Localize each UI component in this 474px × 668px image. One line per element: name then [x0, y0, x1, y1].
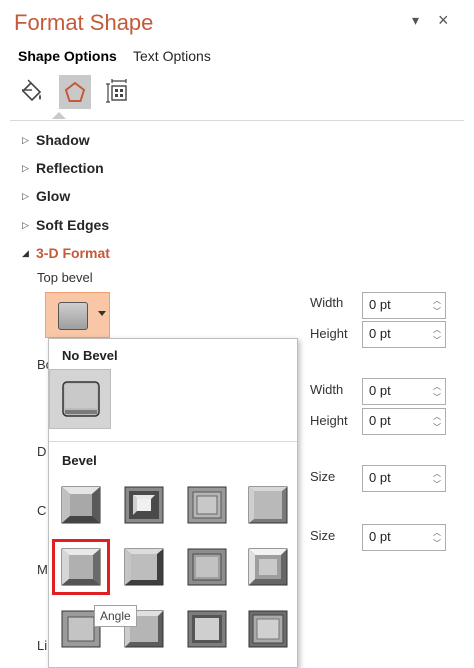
spin-up-icon[interactable]: ︿: [433, 295, 441, 306]
tab-shape-options[interactable]: Shape Options: [18, 48, 117, 64]
bevel-slope[interactable]: [247, 547, 289, 587]
contour-size-label: Size: [310, 528, 336, 543]
bottom-height-input[interactable]: [369, 413, 429, 428]
spin-down-icon[interactable]: ﹀: [433, 479, 441, 490]
pane-title: Format Shape: [14, 10, 154, 35]
section-shadow[interactable]: ▷ Shadow: [22, 132, 90, 148]
section-label: Reflection: [36, 160, 104, 176]
bevel-circle[interactable]: [60, 485, 102, 525]
top-height-label: Height: [310, 326, 348, 341]
bevel-cool-slant[interactable]: [247, 485, 289, 525]
chevron-down-icon: [98, 311, 106, 316]
spin-up-icon[interactable]: ︿: [433, 381, 441, 392]
size-properties-icon: [106, 79, 127, 103]
spin-up-icon[interactable]: ︿: [433, 324, 441, 335]
bevel-angle-icon: [61, 548, 101, 586]
selected-category-indicator: [52, 112, 66, 119]
spin-down-icon[interactable]: ﹀: [433, 306, 441, 317]
bevel-cool-slant-icon: [248, 486, 288, 524]
expand-arrow-icon: ▷: [22, 134, 29, 145]
fill-line-button[interactable]: [16, 75, 48, 109]
no-bevel-heading: No Bevel: [62, 348, 118, 363]
bevel-swatch-icon: [58, 302, 88, 330]
material-label: M: [37, 562, 48, 577]
close-icon[interactable]: ×: [438, 10, 449, 31]
bevel-slope-icon: [248, 548, 288, 586]
section-label: Shadow: [36, 132, 90, 148]
spin-up-icon[interactable]: ︿: [433, 411, 441, 422]
section-soft-edges[interactable]: ▷ Soft Edges: [22, 217, 109, 233]
task-pane-options-icon[interactable]: ▾: [412, 12, 419, 29]
section-label: Soft Edges: [36, 217, 110, 233]
bevel-heading: Bevel: [62, 453, 97, 468]
depth-size-input[interactable]: [369, 470, 429, 485]
size-properties-button[interactable]: [102, 75, 134, 109]
spin-up-icon[interactable]: ︿: [433, 468, 441, 479]
section-label: Glow: [36, 188, 71, 204]
spin-down-icon[interactable]: ﹀: [433, 335, 441, 346]
expand-arrow-icon: ▷: [22, 219, 29, 230]
bottom-height-spinner[interactable]: ︿ ﹀: [362, 408, 446, 435]
bottom-width-input[interactable]: [369, 383, 429, 398]
bevel-convex-icon: [187, 548, 227, 586]
collapse-arrow-icon: ◢: [22, 247, 29, 258]
bevel-art-deco-icon: [248, 610, 288, 648]
section-reflection[interactable]: ▷ Reflection: [22, 160, 104, 176]
contour-label: C: [37, 503, 47, 518]
contour-size-input[interactable]: [369, 529, 429, 544]
bevel-soft-round-icon: [124, 548, 164, 586]
bevel-angle[interactable]: [52, 539, 110, 595]
top-height-spinner[interactable]: ︿ ﹀: [362, 321, 446, 348]
top-height-input[interactable]: [369, 326, 429, 341]
top-width-spinner[interactable]: ︿ ﹀: [362, 292, 446, 319]
section-label: 3-D Format: [36, 245, 110, 261]
contour-size-spinner[interactable]: ︿ ﹀: [362, 524, 446, 551]
pentagon-icon: [64, 81, 86, 102]
spin-up-icon[interactable]: ︿: [433, 527, 441, 538]
bevel-relaxed-inset-icon: [124, 486, 164, 524]
bottom-height-label: Height: [310, 413, 348, 428]
tooltip: Angle: [94, 605, 137, 627]
header-divider: [10, 120, 464, 121]
top-width-input[interactable]: [369, 297, 429, 312]
top-bevel-dropdown[interactable]: [45, 292, 110, 338]
spin-down-icon[interactable]: ﹀: [433, 538, 441, 549]
bevel-hard-edge[interactable]: [186, 609, 228, 649]
bevel-relaxed-inset[interactable]: [123, 485, 165, 525]
bevel-gallery: No Bevel Bevel: [48, 338, 298, 668]
bottom-width-spinner[interactable]: ︿ ﹀: [362, 378, 446, 405]
depth-label: D: [37, 444, 47, 459]
bevel-art-deco[interactable]: [247, 609, 289, 649]
depth-size-spinner[interactable]: ︿ ﹀: [362, 465, 446, 492]
paint-bucket-icon: [21, 79, 42, 102]
no-bevel-option[interactable]: [49, 369, 111, 429]
bevel-circle-icon: [61, 486, 101, 524]
spin-down-icon[interactable]: ﹀: [433, 392, 441, 403]
no-bevel-icon: [62, 381, 100, 417]
bevel-cross-icon: [187, 486, 227, 524]
bevel-soft-round[interactable]: [123, 547, 165, 587]
spin-down-icon[interactable]: ﹀: [433, 422, 441, 433]
tab-text-options[interactable]: Text Options: [133, 48, 211, 64]
bevel-cross[interactable]: [186, 485, 228, 525]
expand-arrow-icon: ▷: [22, 162, 29, 173]
bevel-convex[interactable]: [186, 547, 228, 587]
lighting-label: Li: [37, 638, 48, 653]
effects-button[interactable]: [59, 75, 91, 109]
gallery-divider: [49, 441, 297, 442]
bevel-hard-edge-icon: [187, 610, 227, 648]
bottom-width-label: Width: [310, 382, 344, 397]
expand-arrow-icon: ▷: [22, 190, 29, 201]
top-bevel-label: Top bevel: [37, 270, 93, 285]
section-glow[interactable]: ▷ Glow: [22, 188, 70, 204]
section-3d-format[interactable]: ◢ 3-D Format: [22, 245, 110, 261]
depth-size-label: Size: [310, 469, 336, 484]
top-width-label: Width: [310, 295, 344, 310]
